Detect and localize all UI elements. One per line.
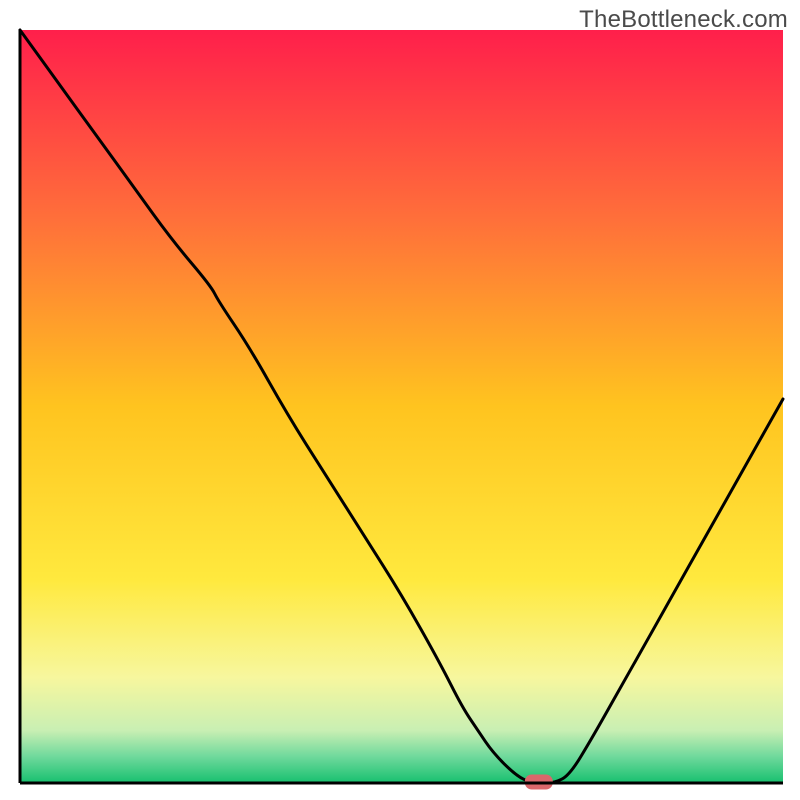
plot-background <box>20 30 783 783</box>
chart-container: TheBottleneck.com <box>0 0 800 800</box>
watermark-text: TheBottleneck.com <box>579 6 788 34</box>
bottleneck-chart <box>0 0 800 800</box>
